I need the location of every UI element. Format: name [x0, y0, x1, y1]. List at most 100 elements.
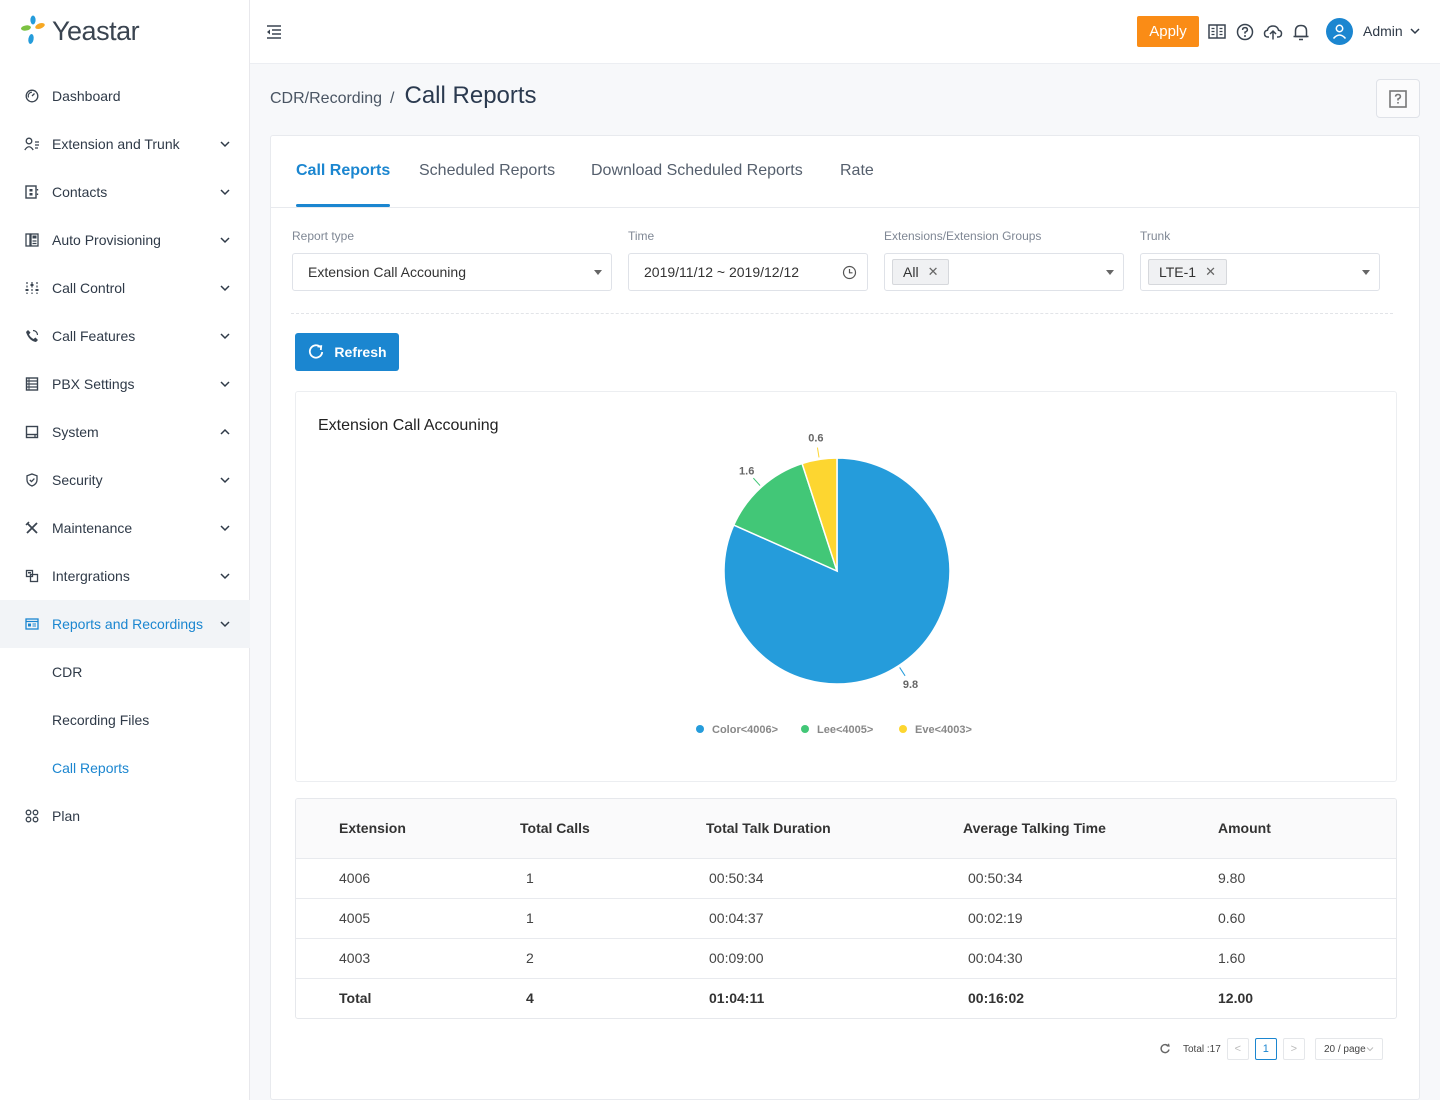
sidebar-item-label: Contacts — [52, 184, 107, 200]
cell-average-talking-time: 00:50:34 — [963, 858, 1218, 898]
table-row: 4003 2 00:09:00 00:04:30 1.60 — [296, 938, 1396, 978]
breadcrumb-parent[interactable]: CDR/Recording — [270, 90, 382, 108]
close-icon[interactable]: ✕ — [1205, 264, 1216, 280]
selected-tag: LTE-1 ✕ — [1148, 259, 1227, 285]
sidebar-item-label: Security — [52, 472, 103, 488]
sidebar-item-auto-provisioning[interactable]: Auto Provisioning — [0, 216, 250, 264]
avatar[interactable] — [1326, 18, 1353, 45]
settings-list-icon — [24, 376, 40, 392]
sidebar-item-label: Plan — [52, 808, 80, 824]
sidebar-item-label: Maintenance — [52, 520, 132, 536]
legend-marker — [696, 725, 704, 733]
column-header[interactable]: Extension — [296, 799, 520, 858]
refresh-button[interactable]: Refresh — [295, 333, 399, 371]
cell-total-calls: 4 — [520, 978, 706, 1018]
cell-total-label: Total — [296, 978, 520, 1018]
help-circle-icon[interactable] — [1234, 21, 1256, 43]
selected-tag: All ✕ — [892, 259, 949, 285]
cell-total-calls: 2 — [520, 938, 706, 978]
help-button[interactable] — [1376, 79, 1420, 118]
bell-icon[interactable] — [1290, 21, 1312, 43]
legend-item[interactable]: Eve<4003> — [899, 724, 972, 736]
pie-label-leader — [817, 448, 819, 458]
apply-button[interactable]: Apply — [1137, 16, 1199, 47]
sidebar-subitem-call-reports[interactable]: Call Reports — [0, 744, 250, 792]
sidebar-item-contacts[interactable]: Contacts — [0, 168, 250, 216]
reload-icon[interactable] — [1159, 1043, 1171, 1055]
cell-total-talk-duration: 00:50:34 — [706, 858, 963, 898]
trunk-label: Trunk — [1140, 229, 1170, 243]
total-count: Total :17 — [1183, 1044, 1221, 1055]
cell-total-talk-duration: 00:09:00 — [706, 938, 963, 978]
sidebar-item-dashboard[interactable]: Dashboard — [0, 72, 250, 120]
chevron-down-icon — [218, 281, 232, 295]
sidebar-item-label: System — [52, 424, 99, 440]
breadcrumb: CDR/Recording / Call Reports — [270, 82, 537, 110]
trunk-select[interactable]: LTE-1 ✕ — [1140, 253, 1380, 291]
column-header[interactable]: Total Talk Duration — [706, 799, 963, 858]
tab-call-reports[interactable]: Call Reports — [296, 162, 390, 180]
cell-total-talk-duration: 00:04:37 — [706, 898, 963, 938]
page-title: Call Reports — [405, 82, 537, 110]
sidebar-item-extension-and-trunk[interactable]: Extension and Trunk — [0, 120, 250, 168]
sidebar-item-label: Reports and Recordings — [52, 616, 203, 632]
cell-amount: 0.60 — [1218, 898, 1396, 938]
chevron-down-icon — [218, 617, 232, 631]
page-button-current[interactable]: 1 — [1255, 1038, 1277, 1060]
report-type-select[interactable]: Extension Call Accouning — [292, 253, 612, 291]
legend-label: Lee<4005> — [817, 724, 873, 736]
top-header: Apply Admin — [250, 0, 1440, 64]
legend-item[interactable]: Color<4006> — [696, 724, 778, 736]
pie-data-label: 1.6 — [739, 466, 754, 478]
page-size-select[interactable]: 20 / page — [1315, 1038, 1383, 1060]
extensions-select[interactable]: All ✕ — [884, 253, 1124, 291]
next-page-button[interactable]: > — [1283, 1038, 1305, 1060]
sidebar-item-pbx-settings[interactable]: PBX Settings — [0, 360, 250, 408]
breadcrumb-separator: / — [390, 90, 394, 108]
chart-card: Extension Call Accouning 9.81.60.6Color<… — [295, 391, 1397, 782]
sidebar-item-system[interactable]: System — [0, 408, 250, 456]
report-table: Extension Total Calls Total Talk Duratio… — [295, 798, 1397, 1019]
sidebar-item-reports-and-recordings[interactable]: Reports and Recordings — [0, 600, 250, 648]
column-header[interactable]: Average Talking Time — [963, 799, 1218, 858]
yeastar-logo[interactable]: Yeastar — [20, 14, 139, 48]
sidebar-item-call-features[interactable]: Call Features — [0, 312, 250, 360]
tab-rate[interactable]: Rate — [840, 162, 874, 180]
caret-down-icon — [1362, 270, 1370, 275]
legend-item[interactable]: Lee<4005> — [801, 724, 873, 736]
tab-scheduled-reports[interactable]: Scheduled Reports — [419, 162, 555, 180]
sidebar-item-security[interactable]: Security — [0, 456, 250, 504]
sidebar-item-label: Extension and Trunk — [52, 136, 180, 152]
chevron-down-icon — [218, 185, 232, 199]
pie-label-leader — [900, 667, 905, 675]
sidebar-item-intergrations[interactable]: Intergrations — [0, 552, 250, 600]
plan-icon — [24, 808, 40, 824]
table-total-row: Total 4 01:04:11 00:16:02 12.00 — [296, 978, 1396, 1018]
user-menu[interactable]: Admin — [1363, 23, 1421, 39]
chevron-down-icon — [1409, 25, 1421, 37]
prev-page-button[interactable]: < — [1227, 1038, 1249, 1060]
integrations-icon — [24, 568, 40, 584]
book-icon[interactable] — [1206, 21, 1228, 43]
tab-download-scheduled-reports[interactable]: Download Scheduled Reports — [591, 162, 803, 180]
sidebar-item-label: Intergrations — [52, 568, 130, 584]
sidebar-item-call-control[interactable]: Call Control — [0, 264, 250, 312]
collapse-menu-icon[interactable] — [264, 22, 284, 42]
sidebar-item-plan[interactable]: Plan — [0, 792, 250, 840]
cell-total-calls: 1 — [520, 898, 706, 938]
sidebar-subitem-recording-files[interactable]: Recording Files — [0, 696, 250, 744]
chevron-down-icon — [218, 233, 232, 247]
contacts-icon — [24, 184, 40, 200]
sidebar-item-label: Dashboard — [52, 88, 121, 104]
close-icon[interactable]: ✕ — [928, 264, 939, 280]
pie-label-leader — [753, 478, 760, 485]
cloud-upload-icon[interactable] — [1262, 21, 1284, 43]
legend-marker — [899, 725, 907, 733]
sidebar-item-maintenance[interactable]: Maintenance — [0, 504, 250, 552]
time-range-picker[interactable]: 2019/11/12 ~ 2019/12/12 — [628, 253, 868, 291]
column-header[interactable]: Total Calls — [520, 799, 706, 858]
column-header[interactable]: Amount — [1218, 799, 1396, 858]
sidebar-subitem-cdr[interactable]: CDR — [0, 648, 250, 696]
brand-name: Yeastar — [52, 16, 139, 47]
legend-marker — [801, 725, 809, 733]
